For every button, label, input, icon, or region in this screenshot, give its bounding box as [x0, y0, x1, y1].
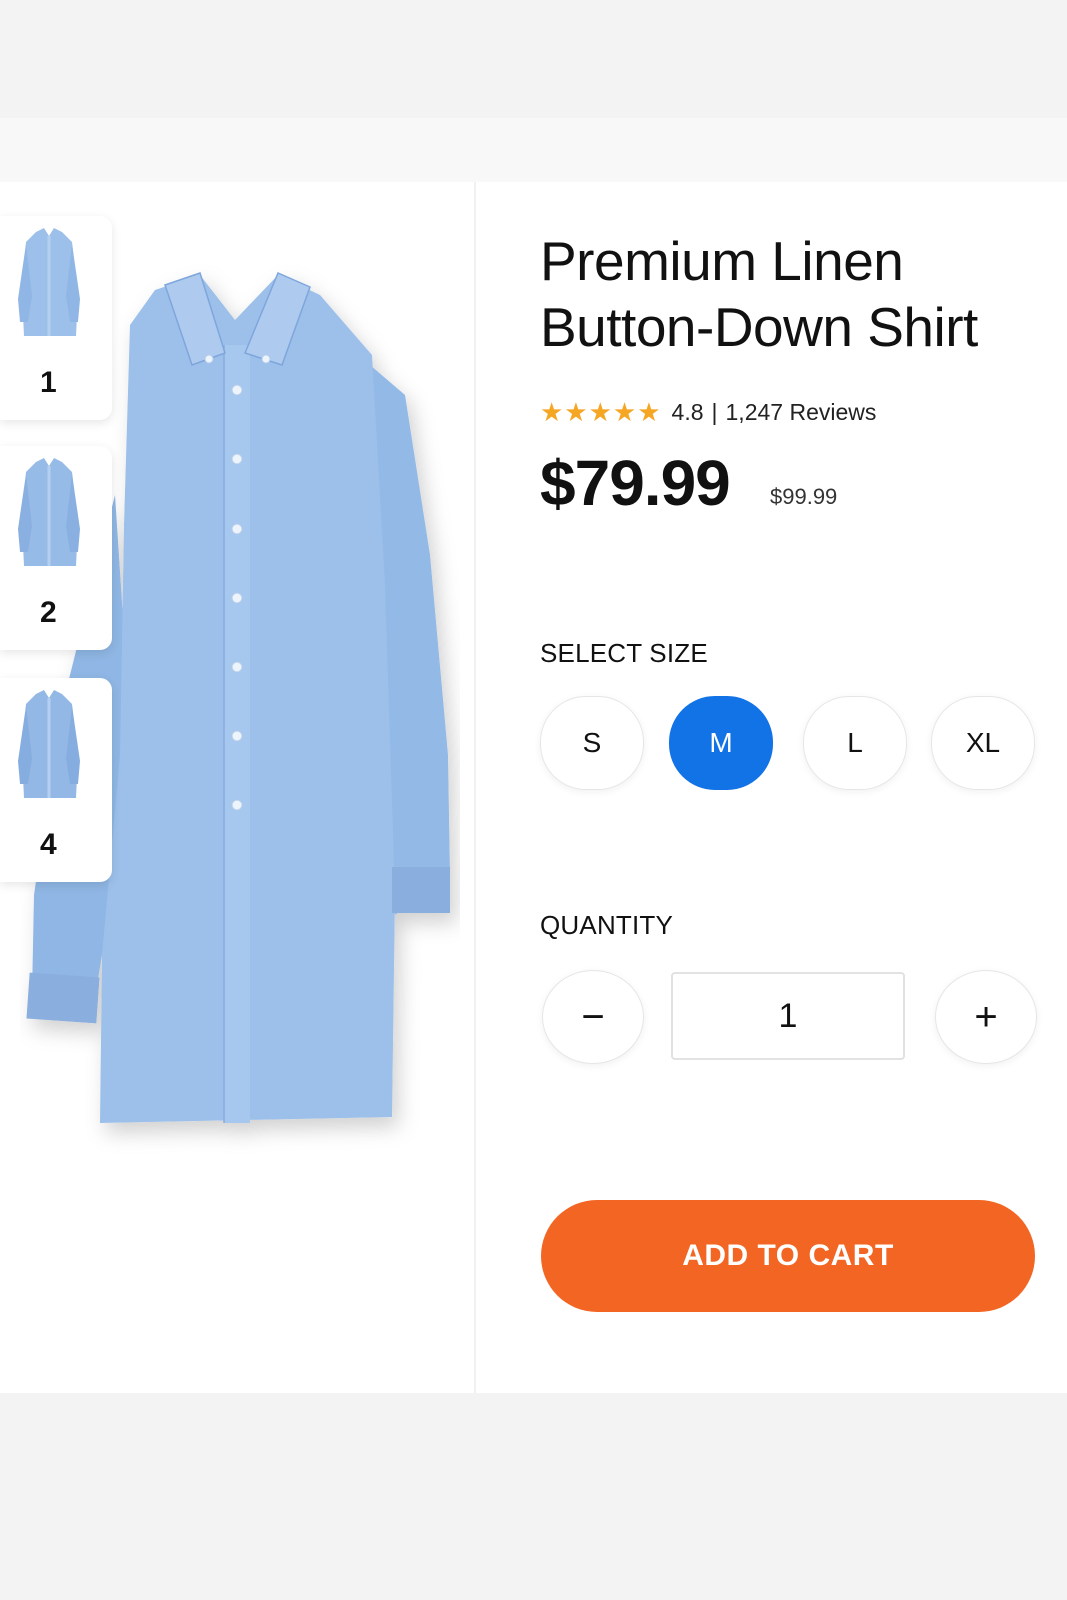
product-title-line-1: Premium Linen [540, 230, 904, 292]
thumbnail-number: 2 [40, 596, 57, 629]
reviews-link[interactable]: 1,247 Reviews [726, 399, 877, 426]
original-price: $99.99 [770, 484, 838, 509]
panel-divider [474, 182, 476, 1393]
shirt-thumbnail-icon [18, 228, 80, 336]
shirt-thumbnail-icon [18, 690, 80, 798]
shirt-thumbnail-icon [18, 458, 80, 566]
thumbnail-number: 1 [40, 366, 57, 399]
bottom-background [0, 1393, 1067, 1600]
quantity-increment-button[interactable]: + [935, 970, 1037, 1064]
top-background-strip [0, 118, 1067, 182]
rating-separator: | [711, 398, 718, 425]
size-label: SELECT SIZE [540, 638, 708, 668]
product-title-line-2: Button-Down Shirt [540, 296, 978, 358]
rating-row: ★★★★★ 4.8 | 1,247 Reviews [540, 396, 876, 428]
product-title: Premium Linen Button-Down Shirt [540, 228, 1050, 360]
size-selector: S M L XL [540, 696, 1040, 790]
size-option-l[interactable]: L [803, 696, 907, 790]
top-background [0, 0, 1067, 118]
size-option-xl[interactable]: XL [931, 696, 1035, 790]
rating-value: 4.8 [671, 398, 704, 425]
thumbnail-2[interactable]: 2 [0, 446, 112, 650]
current-price: $79.99 [540, 447, 731, 519]
size-option-m[interactable]: M [669, 696, 773, 790]
star-rating-icon: ★★★★★ [540, 396, 662, 427]
quantity-decrement-button[interactable]: − [542, 970, 644, 1064]
thumbnail-number: 4 [40, 828, 57, 861]
thumbnail-1[interactable]: 1 [0, 216, 112, 420]
size-option-s[interactable]: S [540, 696, 644, 790]
quantity-input[interactable] [671, 972, 905, 1060]
thumbnail-4[interactable]: 4 [0, 678, 112, 882]
add-to-cart-button[interactable]: ADD TO CART [541, 1200, 1035, 1312]
quantity-label: QUANTITY [540, 910, 674, 940]
